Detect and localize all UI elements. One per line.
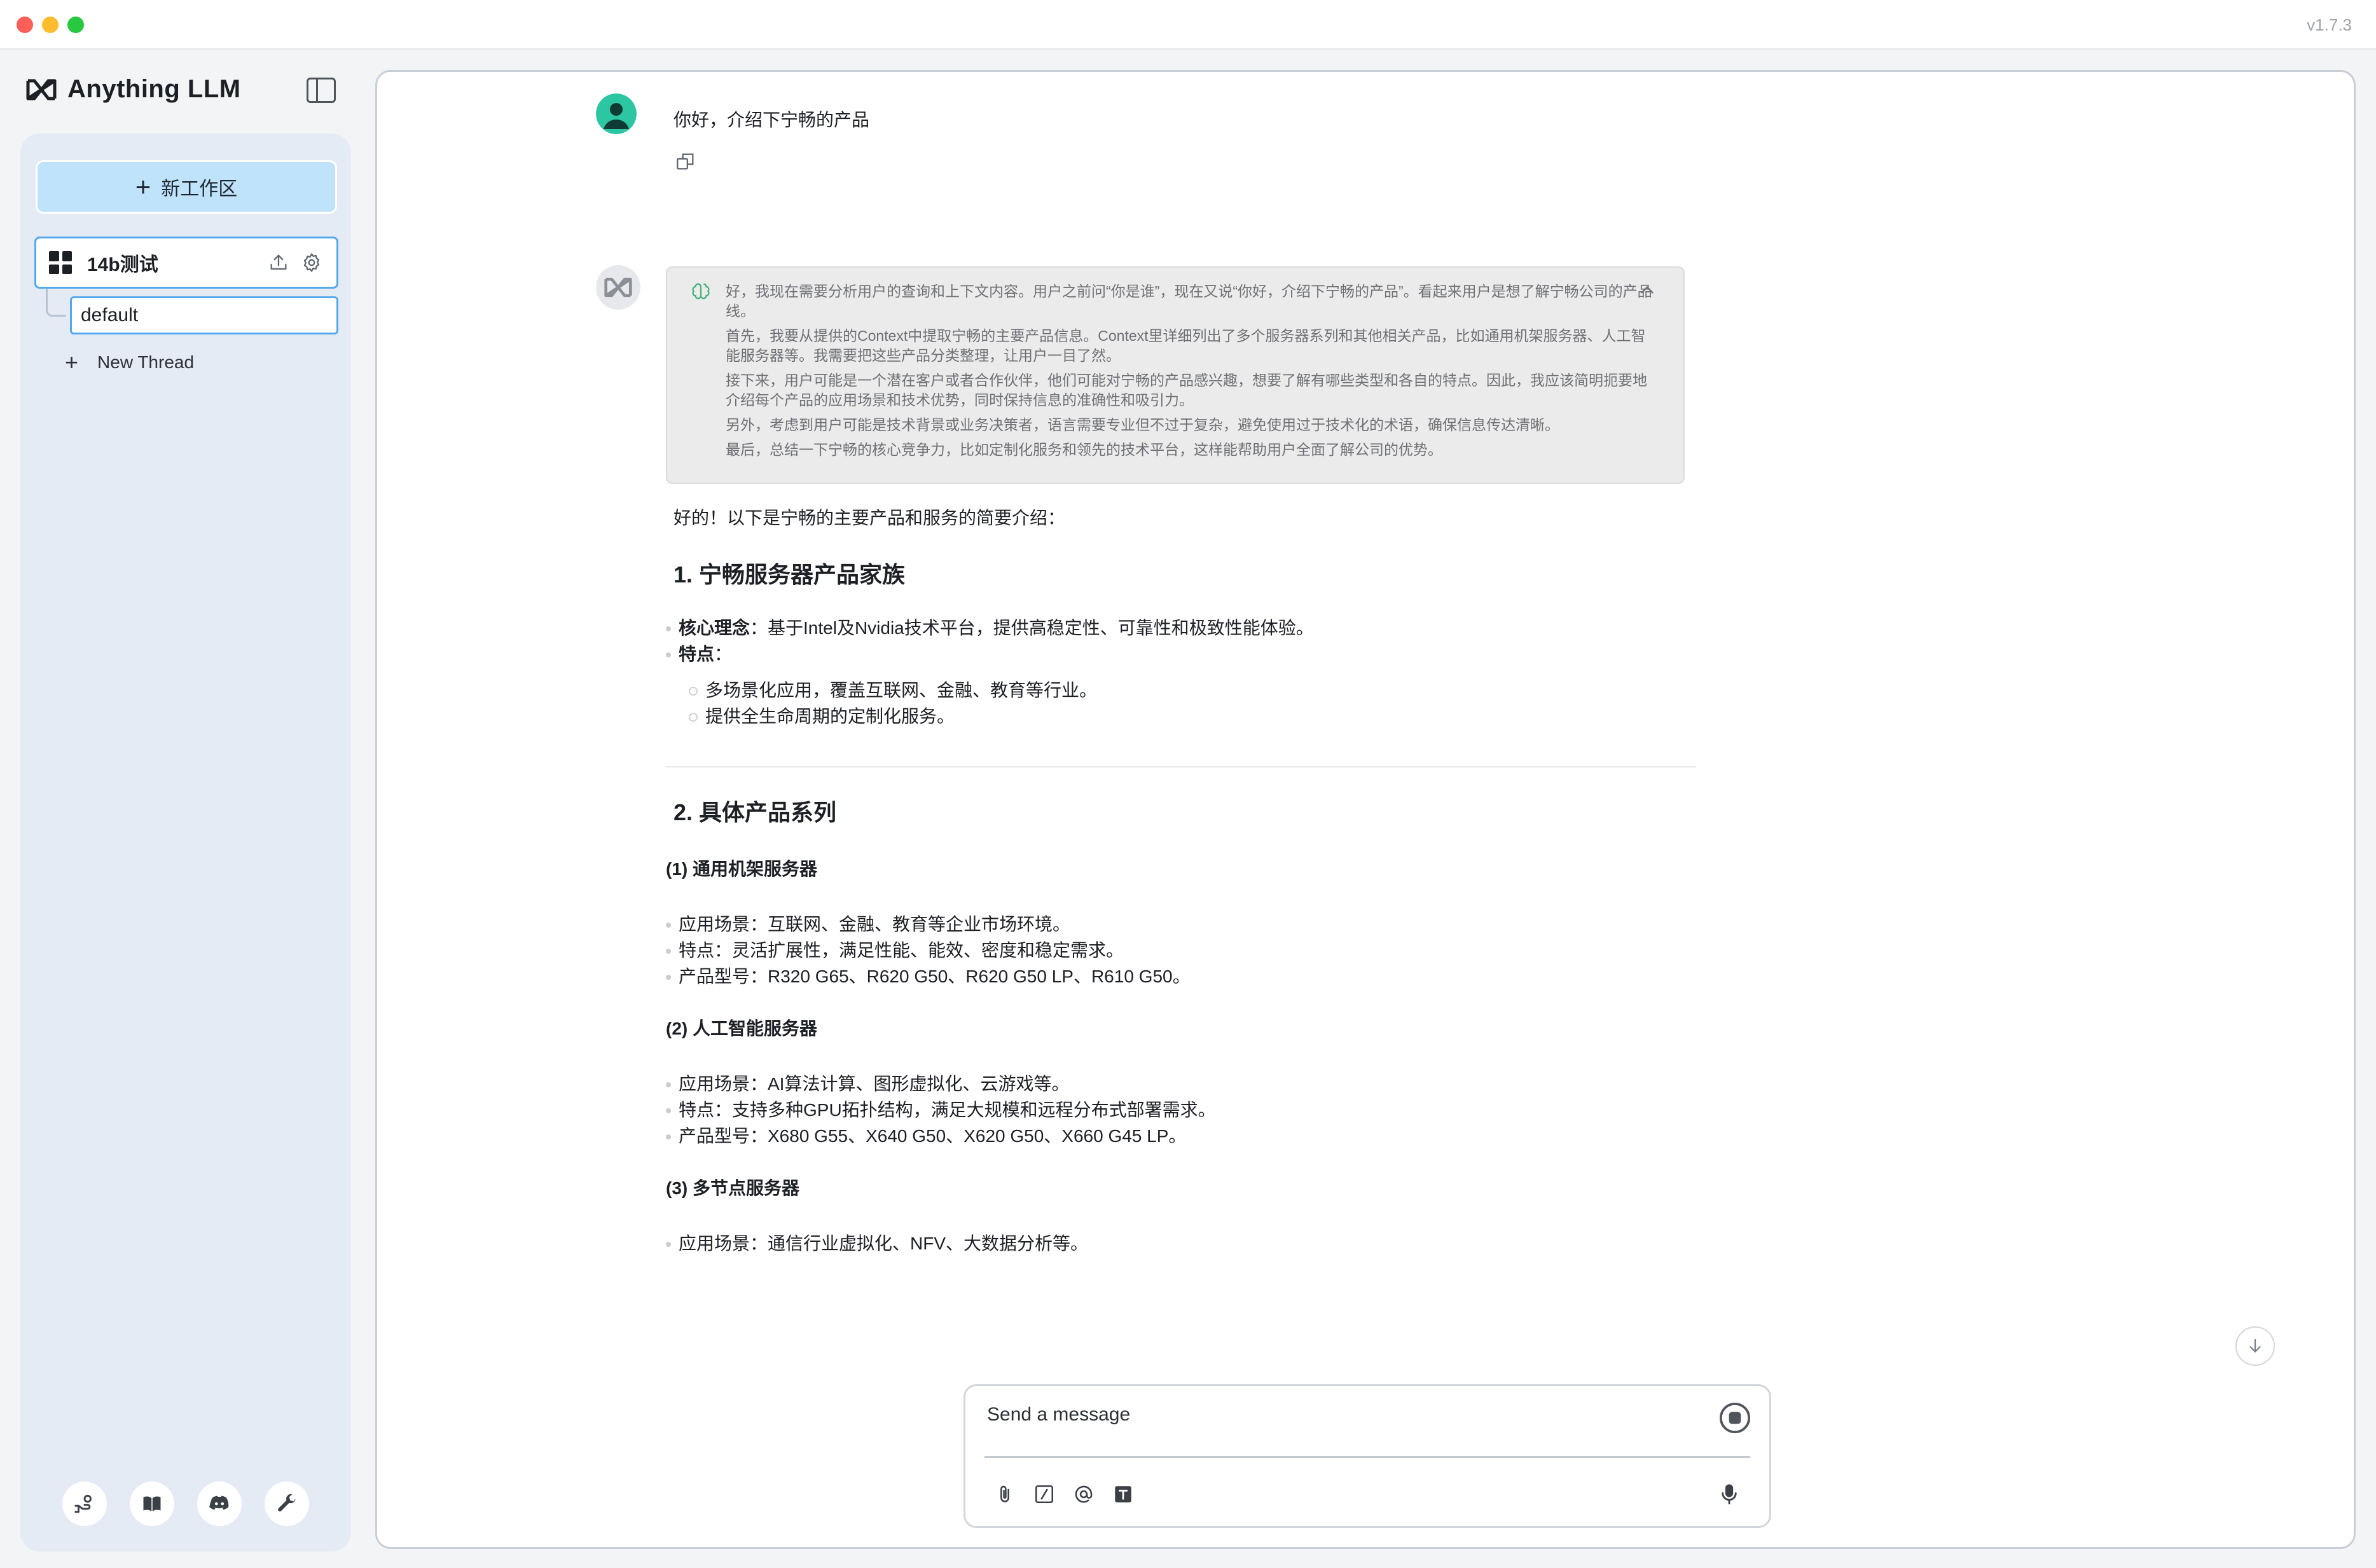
user-message-row: 你好，介绍下宁畅的产品 <box>596 93 869 134</box>
gear-icon[interactable] <box>300 251 324 275</box>
thinking-block[interactable]: 好，我现在需要分析用户的查询和上下文内容。用户之前问“你是谁”，现在又说“你好，… <box>666 266 1685 484</box>
text-format-icon[interactable] <box>1112 1483 1135 1506</box>
section-list: 应用场景：AI算法计算、图形虚拟化、云游戏等。 特点：支持多种GPU拓扑结构，满… <box>666 1071 1696 1149</box>
stop-icon <box>1719 1402 1751 1434</box>
workspace-name: 14b测试 <box>87 254 158 275</box>
list-item: 核心理念：基于Intel及Nvidia技术平台，提供高稳定性、可靠性和极致性能体… <box>666 615 1696 641</box>
list-item: 特点：支持多种GPU拓扑结构，满足大规模和远程分布式部署需求。 <box>666 1097 1696 1123</box>
subsection-heading: (2) 人工智能服务器 <box>666 1019 818 1038</box>
list-item: 应用场景：AI算法计算、图形虚拟化、云游戏等。 <box>666 1071 1696 1097</box>
close-window-button[interactable] <box>17 17 33 33</box>
sidebar-toggle-icon[interactable] <box>307 78 336 103</box>
chat-panel: 你好，介绍下宁畅的产品 好，我现在需要分析用户的查询和上下文内容。用户之前问“你… <box>375 70 2356 1549</box>
new-workspace-label: 新工作区 <box>161 179 238 200</box>
plus-icon: + <box>65 349 79 375</box>
assistant-answer: 好的！以下是宁畅的主要产品和服务的简要介绍： 1. 宁畅服务器产品家族 核心理念… <box>666 504 1696 1256</box>
at-mention-icon[interactable] <box>1072 1483 1095 1506</box>
plus-icon: + <box>135 172 151 202</box>
copy-icon[interactable] <box>675 151 696 172</box>
sidebar-footer <box>62 1482 309 1526</box>
assistant-avatar-icon <box>596 265 640 310</box>
thinking-paragraph: 接下来，用户可能是一个潜在客户或者合作伙伴，他们可能对宁畅的产品感兴趣，想要了解… <box>726 372 1647 408</box>
list-item: 应用场景：通信行业虚拟化、NFV、大数据分析等。 <box>666 1230 1696 1256</box>
arrow-down-icon <box>2249 1338 2261 1353</box>
new-workspace-button[interactable]: + 新工作区 <box>36 160 337 214</box>
section-list: 核心理念：基于Intel及Nvidia技术平台，提供高稳定性、可靠性和极致性能体… <box>666 615 1696 667</box>
section-heading: 2. 具体产品系列 <box>673 799 837 825</box>
list-item: 产品型号：X680 G55、X640 G50、X620 G50、X660 G45… <box>666 1123 1696 1149</box>
window-titlebar: v1.7.3 <box>0 0 2376 50</box>
list-item: 特点：灵活扩展性，满足性能、能效、密度和稳定需求。 <box>666 937 1696 963</box>
divider <box>666 766 1696 767</box>
workspace-item[interactable]: 14b测试 <box>34 237 338 289</box>
zoom-window-button[interactable] <box>67 17 84 33</box>
features-sublist: 多场景化应用，覆盖互联网、金融、教育等行业。 提供全生命周期的定制化服务。 <box>689 677 1696 729</box>
message-composer <box>964 1384 1771 1528</box>
composer-divider <box>984 1456 1750 1458</box>
list-item: 特点： <box>666 641 1696 667</box>
thread-connector <box>46 289 66 317</box>
settings-wrench-icon[interactable] <box>265 1482 309 1526</box>
app-name: Anything LLM <box>67 75 241 103</box>
composer-tools <box>993 1483 1135 1506</box>
support-icon[interactable] <box>62 1482 107 1526</box>
user-message-text: 你好，介绍下宁畅的产品 <box>673 110 870 130</box>
workspace-grid-icon <box>49 251 72 274</box>
anythingllm-logo-icon <box>26 79 57 100</box>
list-item: 应用场景：互联网、金融、教育等企业市场环境。 <box>666 911 1696 937</box>
brain-icon <box>692 283 710 299</box>
attach-icon[interactable] <box>993 1483 1016 1506</box>
minimize-window-button[interactable] <box>42 17 59 33</box>
scroll-to-bottom-button[interactable] <box>2235 1326 2275 1366</box>
thinking-paragraph: 最后，总结一下宁畅的核心竞争力，比如定制化服务和领先的技术平台，这样能帮助用户全… <box>726 441 1442 458</box>
new-thread-button[interactable]: + New Thread <box>65 351 194 374</box>
subsection-heading: (3) 多节点服务器 <box>666 1178 800 1198</box>
microphone-icon[interactable] <box>1717 1482 1741 1507</box>
discord-icon[interactable] <box>197 1482 242 1526</box>
chevron-up-icon[interactable] <box>1636 279 1658 301</box>
answer-intro: 好的！以下是宁畅的主要产品和服务的简要介绍： <box>673 508 1066 528</box>
user-avatar-icon <box>596 93 637 134</box>
slash-command-icon[interactable] <box>1033 1483 1056 1506</box>
thinking-paragraph: 另外，考虑到用户可能是技术背景或业务决策者，语言需要专业但不过于复杂，避免使用过… <box>726 416 1559 433</box>
stop-generation-button[interactable] <box>1717 1400 1753 1436</box>
section-list: 应用场景：通信行业虚拟化、NFV、大数据分析等。 <box>666 1230 1696 1256</box>
upload-icon[interactable] <box>266 251 291 275</box>
docs-book-icon[interactable] <box>130 1482 174 1526</box>
sidebar: + 新工作区 14b测试 default + New Thread <box>20 134 351 1551</box>
subsection-heading: (1) 通用机架服务器 <box>666 859 818 879</box>
thinking-paragraph: 好，我现在需要分析用户的查询和上下文内容。用户之前问“你是谁”，现在又说“你好，… <box>726 283 1652 319</box>
list-item: 多场景化应用，覆盖互联网、金融、教育等行业。 <box>689 677 1696 703</box>
thinking-paragraph: 首先，我要从提供的Context中提取宁畅的主要产品信息。Context里详细列… <box>726 327 1646 364</box>
section-list: 应用场景：互联网、金融、教育等企业市场环境。 特点：灵活扩展性，满足性能、能效、… <box>666 911 1696 989</box>
list-item: 产品型号：R320 G65、R620 G50、R620 G50 LP、R610 … <box>666 963 1696 989</box>
app-version: v1.7.3 <box>2307 15 2352 34</box>
section-heading: 1. 宁畅服务器产品家族 <box>673 561 906 588</box>
new-thread-label: New Thread <box>97 352 195 372</box>
message-input[interactable] <box>987 1400 1725 1429</box>
thread-item-default[interactable]: default <box>70 296 338 334</box>
app-logo: Anything LLM <box>25 75 241 104</box>
list-item: 提供全生命周期的定制化服务。 <box>689 703 1696 729</box>
